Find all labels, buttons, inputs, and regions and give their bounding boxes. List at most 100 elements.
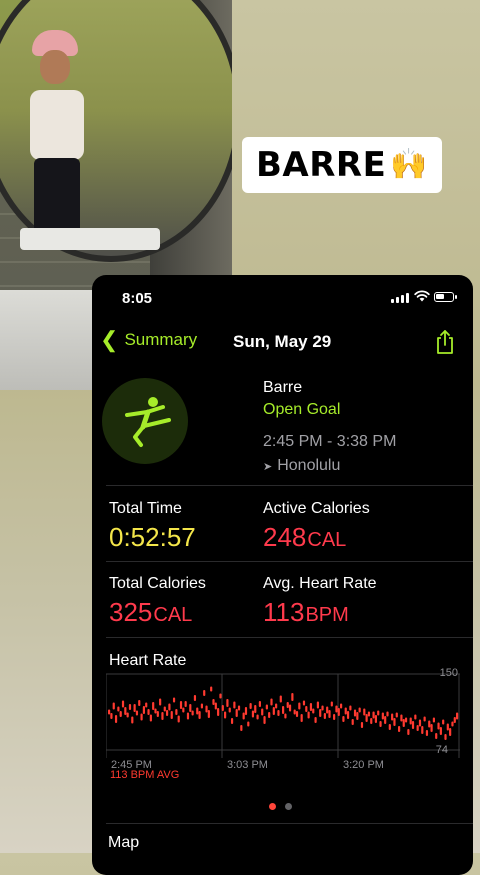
heart-rate-point [328,710,331,718]
heart-rate-point [175,709,178,715]
heart-rate-point [168,703,171,711]
heart-rate-point [108,709,111,715]
heart-rate-point [203,690,206,696]
heart-rate-point [333,714,336,720]
heart-rate-point [337,708,340,716]
heart-rate-point [379,721,382,727]
barre-workout-icon [102,378,188,464]
legs [34,158,80,238]
workout-screenshot: 8:05 ❮ Summary Sun, May 29 Barre Open Go… [92,275,473,875]
heart-rate-point [372,711,375,719]
stat-value: 248CAL [263,524,370,550]
barre-text-sticker[interactable]: BARRE 🙌 [242,137,442,193]
heart-rate-point [451,721,454,727]
heart-rate-point [249,703,252,709]
heart-rate-point [398,726,401,732]
heart-rate-point [435,733,438,739]
head [40,50,70,84]
heart-rate-point [163,706,166,712]
heart-rate-point [344,707,347,715]
workout-name: Barre [263,379,303,396]
heart-rate-point [430,724,433,732]
status-time: 8:05 [122,290,153,307]
heart-rate-point [217,708,220,716]
heart-rate-point [170,711,173,719]
heart-rate-point [242,712,245,720]
heart-rate-chart[interactable]: 150 74 2:45 PM 3:03 PM 3:20 PM [105,667,460,780]
heart-rate-point [305,706,308,712]
heart-rate-point [138,700,141,706]
heart-rate-point [423,716,426,722]
heart-rate-point [277,710,280,716]
heart-rate-title: Heart Rate [109,652,187,669]
heart-rate-point [126,712,129,718]
heart-rate-point [179,701,183,709]
heart-rate-point [377,710,380,716]
heart-rate-point [200,703,203,709]
heart-rate-point [342,716,345,722]
heart-rate-point [381,712,384,720]
stat-unit: BPM [305,604,349,626]
heart-rate-point [152,702,155,710]
heart-rate-point [251,710,255,718]
share-icon[interactable] [434,329,456,355]
heart-rate-point [193,695,197,701]
heart-rate-point [268,712,271,718]
heart-rate-point [258,701,261,707]
heart-rate-point [159,698,162,706]
y-max-label: 150 [439,667,458,679]
heart-rate-point [154,708,157,714]
heart-rate-point [230,718,234,724]
back-to-summary-button[interactable]: ❮ Summary [100,329,197,351]
heart-rate-point [147,709,150,715]
heart-rate-point [425,730,429,736]
heart-rate-point [156,711,159,717]
heart-rate-point [244,707,248,715]
heart-rate-point [256,714,259,720]
divider [106,485,473,486]
heart-rate-point [205,705,208,713]
stat-total-calories: Total Calories 325CAL [109,575,206,625]
heart-rate-point [142,706,145,714]
stat-number: 325 [109,597,153,627]
heart-rate-point [228,707,231,713]
heart-rate-point [295,711,299,717]
heart-rate-point [263,716,266,724]
heart-rate-point [330,701,333,707]
map-title: Map [108,834,140,851]
heart-rate-plot [105,673,460,758]
stat-value: 325CAL [109,599,206,625]
workout-date: Sun, May 29 [233,332,332,351]
heart-rate-point [149,714,152,722]
divider [106,823,473,824]
stat-number: 248 [263,522,307,552]
heart-rate-point [456,712,459,720]
sink-counter [20,228,160,250]
heart-rate-point [247,721,250,727]
heart-rate-point [316,701,319,709]
heart-rate-point [279,695,282,703]
page-dot[interactable] [285,803,292,810]
heart-rate-point [400,714,403,722]
battery-tip [455,295,457,299]
heart-rate-point [189,704,192,712]
top [30,90,84,160]
heart-rate-point [131,716,134,724]
raising-hands-emoji: 🙌 [390,148,428,181]
page-indicator[interactable] [269,803,292,810]
heart-rate-point [226,699,229,707]
heart-rate-point [421,726,424,734]
heart-rate-point [214,702,217,710]
heart-rate-point [349,705,352,711]
heart-rate-point [261,708,264,716]
page-dot-active[interactable] [269,803,276,810]
heart-rate-point [198,711,201,719]
stat-label: Avg. Heart Rate [263,575,377,592]
heart-rate-point [414,714,417,720]
heart-rate-point [124,707,127,715]
heart-rate-point [428,720,431,728]
heart-rate-point [439,727,442,735]
heart-rate-point [117,706,120,712]
heart-rate-point [444,734,447,740]
heart-rate-point [323,713,326,719]
